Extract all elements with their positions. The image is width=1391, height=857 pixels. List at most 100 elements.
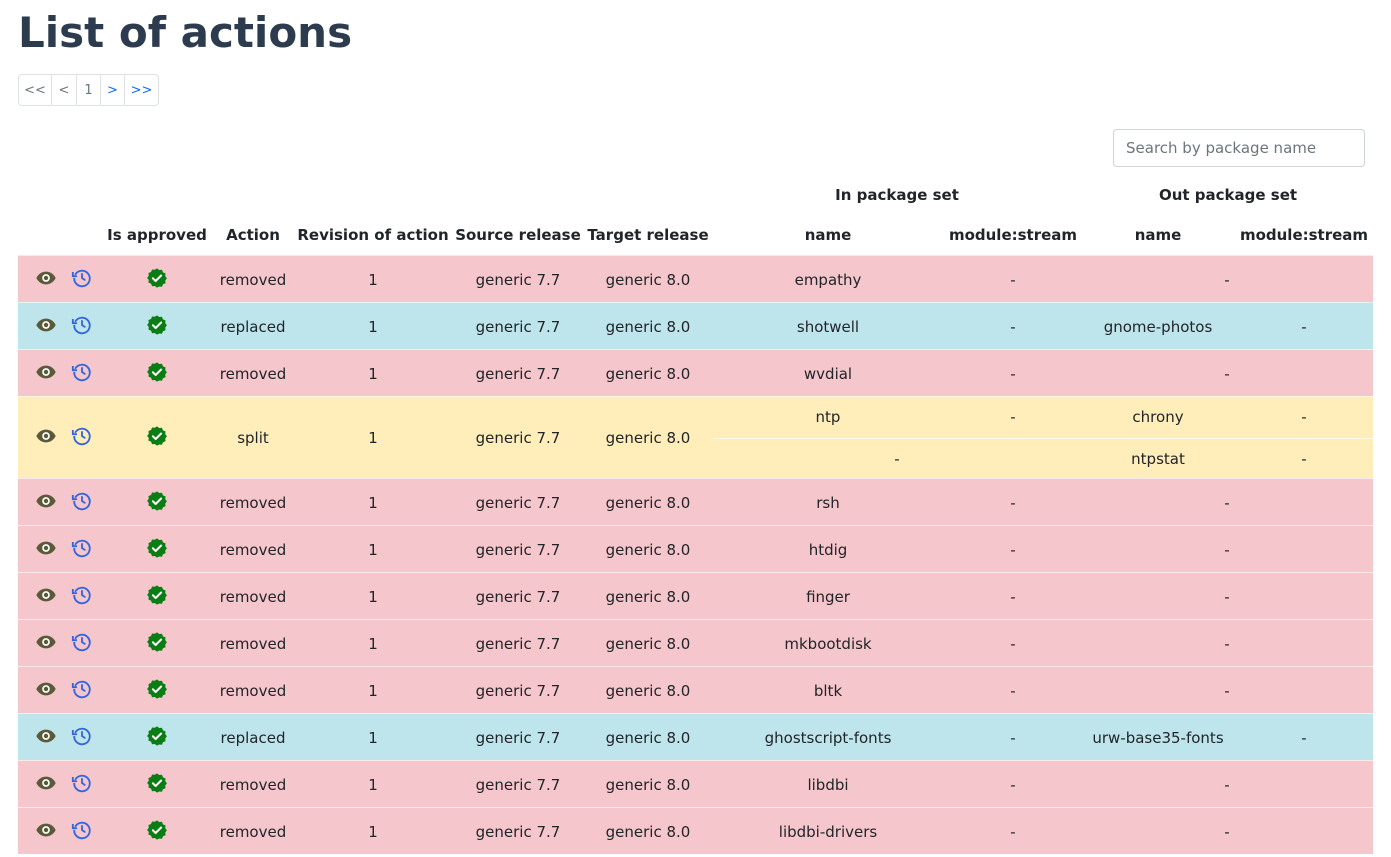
search-input[interactable] bbox=[1113, 129, 1365, 167]
eye-icon[interactable] bbox=[35, 537, 57, 559]
source-release-cell: generic 7.7 bbox=[475, 634, 561, 653]
target-release-cell: generic 8.0 bbox=[605, 775, 691, 794]
in-name-cell: finger bbox=[806, 587, 850, 606]
out-name-cell: - bbox=[1224, 493, 1230, 512]
action-cell: removed bbox=[219, 493, 287, 512]
history-icon[interactable] bbox=[71, 725, 93, 747]
source-release-cell: generic 7.7 bbox=[475, 822, 561, 841]
in-module-cell: - bbox=[1010, 317, 1016, 336]
target-release-cell: generic 8.0 bbox=[605, 587, 691, 606]
history-icon[interactable] bbox=[71, 314, 93, 336]
header-revision[interactable]: Revision of action bbox=[297, 226, 448, 244]
pagination: << < 1 > >> bbox=[18, 74, 159, 106]
history-icon[interactable] bbox=[71, 631, 93, 653]
history-icon[interactable] bbox=[71, 425, 93, 447]
eye-icon[interactable] bbox=[35, 267, 57, 289]
in-module-cell: - bbox=[1010, 364, 1016, 383]
source-release-cell: generic 7.7 bbox=[475, 493, 561, 512]
history-icon[interactable] bbox=[71, 267, 93, 289]
action-cell: removed bbox=[219, 775, 287, 794]
revision-cell: 1 bbox=[368, 429, 378, 447]
target-release-cell: generic 8.0 bbox=[605, 540, 691, 559]
check-badge-icon bbox=[146, 267, 168, 289]
eye-icon[interactable] bbox=[35, 772, 57, 794]
revision-cell: 1 bbox=[368, 364, 378, 383]
in-module-cell: - bbox=[1010, 587, 1016, 606]
header-in-name[interactable]: name bbox=[805, 226, 852, 244]
current-page[interactable]: 1 bbox=[76, 75, 100, 105]
source-release-cell: generic 7.7 bbox=[475, 364, 561, 383]
in-name-cell: rsh bbox=[816, 493, 840, 512]
check-badge-icon bbox=[146, 819, 168, 841]
source-release-cell: generic 7.7 bbox=[475, 540, 561, 559]
history-icon[interactable] bbox=[71, 361, 93, 383]
in-module-cell: - bbox=[1010, 681, 1016, 700]
next-page-button[interactable]: > bbox=[100, 75, 124, 105]
check-badge-icon bbox=[146, 425, 168, 447]
in-module-cell: - bbox=[1010, 540, 1016, 559]
in-name-cell: shotwell bbox=[796, 317, 860, 336]
check-badge-icon bbox=[146, 314, 168, 336]
eye-icon[interactable] bbox=[35, 490, 57, 512]
source-release-cell: generic 7.7 bbox=[475, 728, 561, 747]
target-release-cell: generic 8.0 bbox=[605, 728, 691, 747]
page-title: List of actions bbox=[18, 8, 353, 57]
in-name-cell: empathy bbox=[794, 270, 862, 289]
header-in-module-stream[interactable]: module:stream bbox=[949, 226, 1077, 244]
history-icon[interactable] bbox=[71, 678, 93, 700]
history-icon[interactable] bbox=[71, 772, 93, 794]
eye-icon[interactable] bbox=[35, 361, 57, 383]
history-icon[interactable] bbox=[71, 584, 93, 606]
revision-cell: 1 bbox=[368, 270, 378, 289]
first-page-button[interactable]: << bbox=[19, 75, 51, 105]
check-badge-icon bbox=[146, 490, 168, 512]
table-row: removed 1 generic 7.7 generic 8.0 empathy - - bbox=[18, 255, 1373, 302]
eye-icon[interactable] bbox=[35, 631, 57, 653]
header-is-approved[interactable]: Is approved bbox=[107, 226, 207, 244]
eye-icon[interactable] bbox=[35, 584, 57, 606]
table-row: removed 1 generic 7.7 generic 8.0 rsh - - bbox=[18, 478, 1373, 525]
target-release-cell: generic 8.0 bbox=[605, 681, 691, 700]
revision-cell: 1 bbox=[368, 822, 378, 841]
target-release-cell: generic 8.0 bbox=[605, 429, 691, 447]
revision-cell: 1 bbox=[368, 775, 378, 794]
eye-icon[interactable] bbox=[35, 819, 57, 841]
in-module-cell: - bbox=[1010, 493, 1016, 512]
target-release-cell: generic 8.0 bbox=[605, 317, 691, 336]
target-release-cell: generic 8.0 bbox=[605, 634, 691, 653]
history-icon[interactable] bbox=[71, 490, 93, 512]
out-name-cell: - bbox=[1224, 270, 1230, 289]
check-badge-icon bbox=[146, 631, 168, 653]
history-icon[interactable] bbox=[71, 537, 93, 559]
in-module-cell: - bbox=[1010, 634, 1016, 653]
action-cell: replaced bbox=[220, 728, 286, 747]
prev-page-button[interactable]: < bbox=[51, 75, 76, 105]
header-out-name[interactable]: name bbox=[1135, 226, 1182, 244]
header-target-release[interactable]: Target release bbox=[587, 226, 708, 244]
out-module-cell: - bbox=[1301, 317, 1307, 336]
history-icon[interactable] bbox=[71, 819, 93, 841]
in-name-cell: libdbi bbox=[807, 775, 849, 794]
table-row: replaced 1 generic 7.7 generic 8.0 shotwell -… bbox=[18, 302, 1373, 349]
eye-icon[interactable] bbox=[35, 425, 57, 447]
header-out-module-stream[interactable]: module:stream bbox=[1240, 226, 1368, 244]
out-name-cell: urw-base35-fonts bbox=[1092, 728, 1224, 747]
action-cell: removed bbox=[219, 364, 287, 383]
revision-cell: 1 bbox=[368, 681, 378, 700]
out-name-cell: - bbox=[1224, 587, 1230, 606]
in-module-cell: - bbox=[1010, 408, 1016, 426]
action-cell: removed bbox=[219, 634, 287, 653]
eye-icon[interactable] bbox=[35, 678, 57, 700]
action-cell: removed bbox=[219, 822, 287, 841]
action-cell: split bbox=[237, 429, 269, 447]
out-name-cell: ntpstat bbox=[1131, 450, 1185, 468]
header-action[interactable]: Action bbox=[226, 226, 280, 244]
source-release-cell: generic 7.7 bbox=[475, 775, 561, 794]
last-page-button[interactable]: >> bbox=[124, 75, 158, 105]
eye-icon[interactable] bbox=[35, 725, 57, 747]
table-row: removed 1 generic 7.7 generic 8.0 libdbi-dri… bbox=[18, 807, 1373, 854]
header-source-release[interactable]: Source release bbox=[455, 226, 581, 244]
check-badge-icon bbox=[146, 772, 168, 794]
eye-icon[interactable] bbox=[35, 314, 57, 336]
check-badge-icon bbox=[146, 361, 168, 383]
